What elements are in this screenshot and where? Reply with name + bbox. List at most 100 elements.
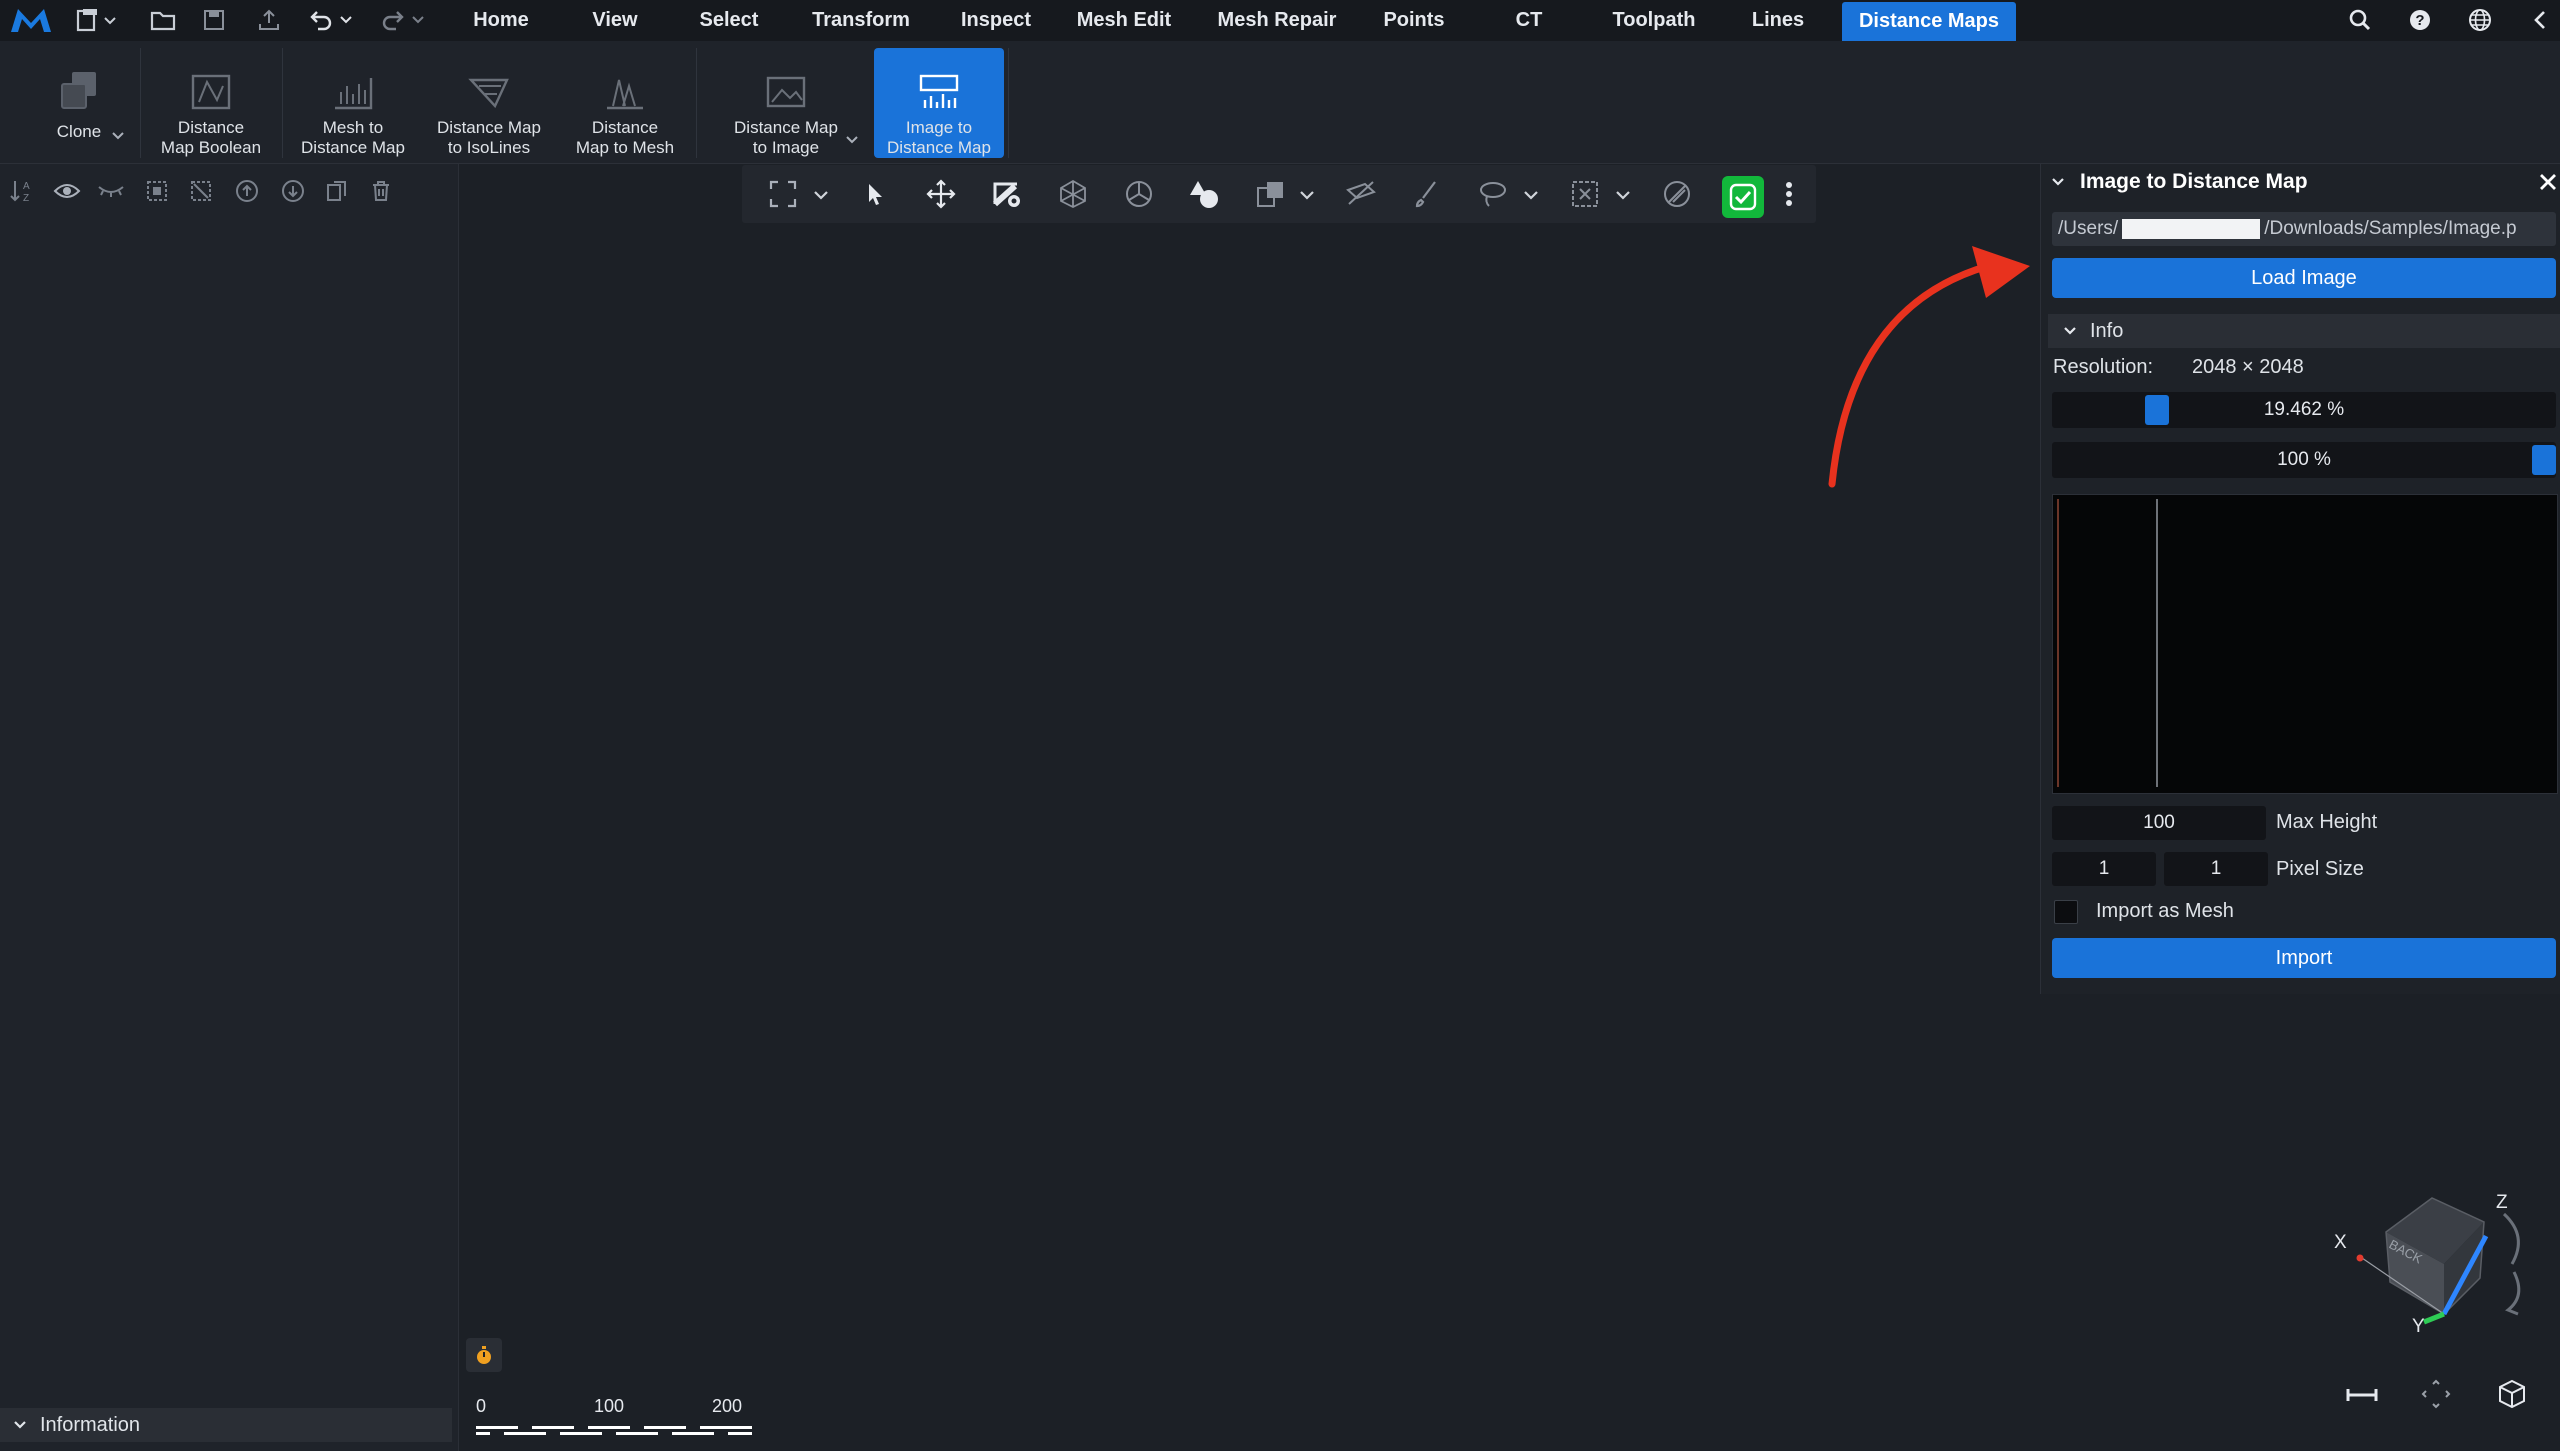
threshold-slider-max[interactable]: 100 % <box>2052 442 2556 478</box>
tab-transform[interactable]: Transform <box>800 0 922 41</box>
tab-view[interactable]: View <box>578 0 652 41</box>
tab-distance-maps[interactable]: Distance Maps <box>1842 2 2016 41</box>
timer-icon[interactable] <box>466 1338 502 1372</box>
scale-tick-200: 200 <box>712 1396 743 1416</box>
search-icon[interactable] <box>2346 6 2374 34</box>
eye-icon[interactable] <box>52 176 82 206</box>
eye-closed-icon[interactable] <box>96 176 126 206</box>
load-image-button[interactable]: Load Image <box>2052 258 2556 298</box>
more-options-icon[interactable] <box>1772 177 1806 211</box>
clipping-icon[interactable] <box>1254 177 1288 211</box>
app-logo[interactable] <box>8 6 54 34</box>
slider-min-thumb[interactable] <box>2145 395 2169 425</box>
cancel-circle-icon[interactable] <box>1660 177 1694 211</box>
save-icon[interactable] <box>200 6 230 34</box>
svg-text:?: ? <box>2415 12 2424 29</box>
mesh-to-map-icon <box>331 60 375 112</box>
globe-icon[interactable] <box>2466 6 2494 34</box>
information-label: Information <box>40 1413 141 1436</box>
ribbon-separator <box>282 48 283 158</box>
panel-header[interactable]: Image to Distance Map <box>2040 164 2560 200</box>
mesh-to-distance-map-button[interactable]: Mesh to Distance Map <box>292 48 414 158</box>
collapse-chevron-icon[interactable] <box>2526 6 2554 34</box>
trash-icon[interactable] <box>366 176 396 206</box>
map-to-image-dropdown-icon[interactable] <box>844 132 860 148</box>
lasso-icon[interactable] <box>1476 177 1510 211</box>
redo-dropdown-icon[interactable] <box>380 6 430 34</box>
information-section-header[interactable]: Information <box>0 1408 452 1442</box>
select-all-icon[interactable] <box>142 176 172 206</box>
chevron-down-icon <box>2052 178 2064 186</box>
pointer-icon[interactable] <box>858 177 892 211</box>
move-up-icon[interactable] <box>232 176 262 206</box>
threshold-slider-min[interactable]: 19.462 % <box>2052 392 2556 428</box>
fit-view-dropdown-icon[interactable] <box>812 186 830 204</box>
distance-map-to-isolines-button[interactable]: Distance Map to IsoLines <box>428 48 550 158</box>
hide-plane-icon[interactable] <box>1344 177 1378 211</box>
image-icon <box>764 60 808 112</box>
tab-mesh-repair[interactable]: Mesh Repair <box>1206 0 1348 41</box>
navigation-cube[interactable]: BACK X Y Z <box>2320 1184 2540 1344</box>
undo-dropdown-icon[interactable] <box>308 6 358 34</box>
redacted-username <box>2122 219 2261 239</box>
distance-map-to-mesh-button[interactable]: Distance Map to Mesh <box>564 48 686 158</box>
tab-toolpath[interactable]: Toolpath <box>1598 0 1710 41</box>
distance-map-boolean-button[interactable]: Distance Map Boolean <box>150 48 272 158</box>
shapes-icon[interactable] <box>1188 177 1222 211</box>
import-button[interactable]: Import <box>2052 938 2556 978</box>
tab-select[interactable]: Select <box>686 0 772 41</box>
new-file-dropdown-icon[interactable] <box>74 6 122 34</box>
scene-tree-panel <box>0 164 459 1451</box>
file-path-input[interactable]: /Users/ /Downloads/Samples/Image.p <box>2052 212 2556 246</box>
help-icon[interactable]: ? <box>2406 6 2434 34</box>
tab-points[interactable]: Points <box>1372 0 1456 41</box>
measure-icon[interactable] <box>2344 1380 2380 1410</box>
scale-bar: 0 100 200 <box>476 1394 766 1446</box>
view-cube-icon[interactable] <box>2494 1376 2530 1412</box>
export-icon[interactable] <box>254 6 284 34</box>
scale-tick-0: 0 <box>476 1396 487 1416</box>
axis-x-label: X <box>2334 1232 2347 1253</box>
move-icon[interactable] <box>924 177 958 211</box>
pixel-size-y-input[interactable]: 1 <box>2164 852 2268 886</box>
transform-settings-icon[interactable] <box>990 177 1024 211</box>
clipping-dropdown-icon[interactable] <box>1298 186 1316 204</box>
lasso-dropdown-icon[interactable] <box>1522 186 1540 204</box>
brush-icon[interactable] <box>1410 177 1444 211</box>
close-icon[interactable] <box>2538 172 2558 192</box>
chevron-down-icon <box>2064 327 2076 335</box>
import-as-mesh-checkbox[interactable] <box>2054 900 2078 924</box>
box-select-icon[interactable] <box>1568 177 1602 211</box>
ribbon-separator <box>1008 48 1009 158</box>
clone-dropdown-icon[interactable] <box>110 128 126 144</box>
ribbon-separator <box>140 48 141 158</box>
slider-max-thumb[interactable] <box>2532 445 2556 475</box>
import-as-mesh-label: Import as Mesh <box>2096 900 2234 922</box>
max-height-input[interactable]: 100 <box>2052 806 2266 840</box>
tab-ct[interactable]: CT <box>1504 0 1554 41</box>
orbit-icon[interactable] <box>1122 177 1156 211</box>
panel-title: Image to Distance Map <box>2080 170 2308 193</box>
svg-text:A: A <box>23 181 30 192</box>
distance-map-to-image-button[interactable]: Distance Map to Image <box>718 48 854 158</box>
pixel-size-x-input[interactable]: 1 <box>2052 852 2156 886</box>
svg-text:Z: Z <box>23 193 29 204</box>
info-section-header[interactable]: Info <box>2048 314 2560 348</box>
tab-mesh-edit[interactable]: Mesh Edit <box>1068 0 1180 41</box>
image-preview-area <box>2052 494 2558 794</box>
slider-min-text: 19.462 % <box>2263 399 2345 420</box>
fit-view-icon[interactable] <box>766 177 800 211</box>
tab-home[interactable]: Home <box>458 0 544 41</box>
box-select-dropdown-icon[interactable] <box>1614 186 1632 204</box>
open-folder-icon[interactable] <box>148 6 178 34</box>
move-down-icon[interactable] <box>278 176 308 206</box>
tab-inspect[interactable]: Inspect <box>950 0 1042 41</box>
wireframe-cube-icon[interactable] <box>1056 177 1090 211</box>
deselect-icon[interactable] <box>186 176 216 206</box>
focus-center-icon[interactable] <box>2418 1376 2454 1412</box>
tab-lines[interactable]: Lines <box>1740 0 1816 41</box>
duplicate-icon[interactable] <box>322 176 352 206</box>
sort-icon[interactable]: AZ <box>8 176 38 206</box>
toggle-check-icon[interactable] <box>1722 176 1764 218</box>
image-to-distance-map-button[interactable]: Image to Distance Map <box>874 48 1004 158</box>
